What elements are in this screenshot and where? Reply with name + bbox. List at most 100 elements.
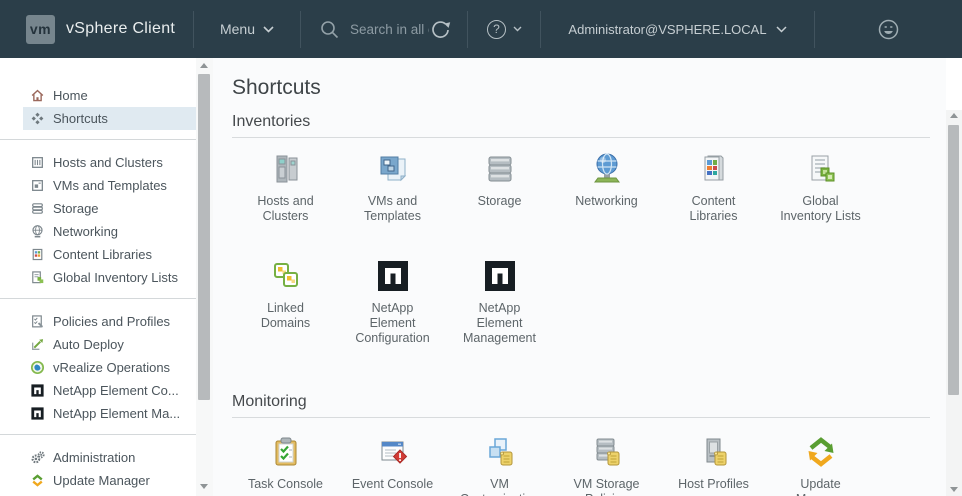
- sidebar-item-administration[interactable]: Administration: [23, 446, 196, 469]
- sidebar-item-update-manager[interactable]: Update Manager: [23, 469, 196, 492]
- shortcut-global-inventory-lists[interactable]: Global Inventory Lists: [767, 151, 874, 224]
- section-heading-monitoring: Monitoring: [232, 393, 946, 411]
- scroll-down-arrow[interactable]: [950, 487, 958, 492]
- page-title: Shortcuts: [232, 76, 946, 100]
- storage-icon: [30, 201, 45, 216]
- brand: vm vSphere Client: [0, 15, 193, 44]
- monitoring-row: Task Console Event: [232, 434, 946, 496]
- chevron-down-icon: [513, 26, 522, 32]
- vrealize-operations-icon: [30, 360, 45, 375]
- scroll-down-arrow[interactable]: [200, 484, 208, 489]
- sidebar-item-netapp-element-configuration[interactable]: NetApp Element Co...: [23, 379, 196, 402]
- global-inventory-lists-icon: [803, 151, 839, 187]
- sidebar-item-networking[interactable]: Networking: [23, 220, 196, 243]
- shortcut-label: NetApp Element Configuration: [355, 301, 429, 346]
- shortcut-label: Content Libraries: [690, 194, 738, 224]
- shortcut-label: NetApp Element Management: [463, 301, 536, 346]
- sidebar-item-netapp-element-management[interactable]: NetApp Element Ma...: [23, 402, 196, 425]
- help-icon: ?: [487, 20, 506, 39]
- netapp-icon: [30, 406, 45, 421]
- shortcut-label: Storage: [478, 194, 522, 209]
- vm-storage-policies-icon: [589, 434, 625, 470]
- sidebar-item-label: Global Inventory Lists: [53, 270, 178, 285]
- help-glyph: ?: [493, 22, 500, 36]
- scrollbar-thumb[interactable]: [948, 125, 959, 395]
- scroll-up-arrow[interactable]: [200, 63, 208, 68]
- policies-and-profiles-icon: [30, 314, 45, 329]
- refresh-button[interactable]: [429, 18, 452, 41]
- sidebar-item-label: Networking: [53, 224, 118, 239]
- home-icon: [30, 88, 45, 103]
- chevron-down-icon: [776, 26, 787, 33]
- global-search[interactable]: Search in all environment: [301, 18, 467, 41]
- administration-icon: [30, 450, 45, 465]
- shortcut-hosts-and-clusters[interactable]: Hosts and Clusters: [232, 151, 339, 224]
- sidebar-nav: Home Shortcuts Hosts and C: [0, 58, 196, 496]
- shortcut-linked-domains[interactable]: Linked Domains: [232, 258, 339, 346]
- username: Administrator@VSPHERE.LOCAL: [568, 22, 766, 37]
- sidebar-item-label: Hosts and Clusters: [53, 155, 163, 170]
- sidebar-item-vms-and-templates[interactable]: VMs and Templates: [23, 174, 196, 197]
- shortcut-label: Networking: [575, 194, 638, 209]
- section-divider: [232, 137, 930, 138]
- shortcut-content-libraries[interactable]: Content Libraries: [660, 151, 767, 224]
- sidebar-item-label: Storage: [53, 201, 99, 216]
- shortcut-netapp-element-management[interactable]: NetApp Element Management: [446, 258, 553, 346]
- main-scrollbar: [946, 58, 962, 496]
- inventories-row-1: Hosts and Clusters VMs and Templates: [232, 151, 946, 224]
- scroll-up-arrow[interactable]: [950, 113, 958, 118]
- shortcut-vms-and-templates[interactable]: VMs and Templates: [339, 151, 446, 224]
- sidebar-item-shortcuts[interactable]: Shortcuts: [23, 107, 196, 130]
- sidebar-item-label: Auto Deploy: [53, 337, 124, 352]
- sidebar-item-label: NetApp Element Co...: [53, 383, 179, 398]
- sidebar-item-label: Update Manager: [53, 473, 150, 488]
- sidebar-item-label: VMs and Templates: [53, 178, 167, 193]
- sidebar-item-policies-and-profiles[interactable]: Policies and Profiles: [23, 310, 196, 333]
- shortcut-vm-customization[interactable]: VM Customization: [446, 434, 553, 496]
- chevron-down-icon: [263, 26, 274, 33]
- menu-button[interactable]: Menu: [194, 21, 300, 37]
- shortcut-host-profiles[interactable]: Host Profiles: [660, 434, 767, 496]
- linked-domains-icon: [268, 258, 304, 294]
- menu-label: Menu: [220, 21, 255, 37]
- user-menu[interactable]: Administrator@VSPHERE.LOCAL: [541, 22, 813, 37]
- shortcut-task-console[interactable]: Task Console: [232, 434, 339, 496]
- content-libraries-icon: [30, 247, 45, 262]
- shortcut-label: Host Profiles: [678, 477, 749, 492]
- shortcut-networking[interactable]: Networking: [553, 151, 660, 224]
- scrollbar-thumb[interactable]: [198, 74, 210, 400]
- sidebar-item-vrealize-operations[interactable]: vRealize Operations: [23, 356, 196, 379]
- networking-icon: [30, 224, 45, 239]
- shortcut-storage[interactable]: Storage: [446, 151, 553, 224]
- task-console-icon: [268, 434, 304, 470]
- event-console-icon: [375, 434, 411, 470]
- main-content: Shortcuts Inventories Hosts: [213, 58, 946, 496]
- sidebar-item-global-inventory-lists[interactable]: Global Inventory Lists: [23, 266, 196, 289]
- hosts-and-clusters-icon: [268, 151, 304, 187]
- sidebar-item-home[interactable]: Home: [23, 84, 196, 107]
- sidebar-item-label: Content Libraries: [53, 247, 152, 262]
- sidebar-item-content-libraries[interactable]: Content Libraries: [23, 243, 196, 266]
- content-libraries-icon: [696, 151, 732, 187]
- shortcut-netapp-element-configuration[interactable]: NetApp Element Configuration: [339, 258, 446, 346]
- netapp-icon: [30, 383, 45, 398]
- shortcut-update-manager[interactable]: Update Manager: [767, 434, 874, 496]
- sidebar-item-hosts-and-clusters[interactable]: Hosts and Clusters: [23, 151, 196, 174]
- vm-customization-icon: [482, 434, 518, 470]
- vmware-logo[interactable]: vm: [26, 15, 55, 44]
- help-menu[interactable]: ?: [468, 20, 540, 39]
- nav-group-admin: Administration Update Manager: [0, 434, 196, 492]
- vms-and-templates-icon: [30, 178, 45, 193]
- shortcut-vm-storage-policies[interactable]: VM Storage Policies: [553, 434, 660, 496]
- section-heading-inventories: Inventories: [232, 113, 946, 131]
- sidebar-item-storage[interactable]: Storage: [23, 197, 196, 220]
- shortcut-label: VM Customization: [460, 477, 539, 496]
- shortcut-label: VM Storage Policies: [573, 477, 639, 496]
- shortcut-event-console[interactable]: Event Console: [339, 434, 446, 496]
- shortcut-label: Event Console: [352, 477, 433, 492]
- update-manager-icon: [803, 434, 839, 470]
- feedback-button[interactable]: [815, 18, 962, 41]
- sidebar-item-auto-deploy[interactable]: Auto Deploy: [23, 333, 196, 356]
- hosts-and-clusters-icon: [30, 155, 45, 170]
- global-inventory-lists-icon: [30, 270, 45, 285]
